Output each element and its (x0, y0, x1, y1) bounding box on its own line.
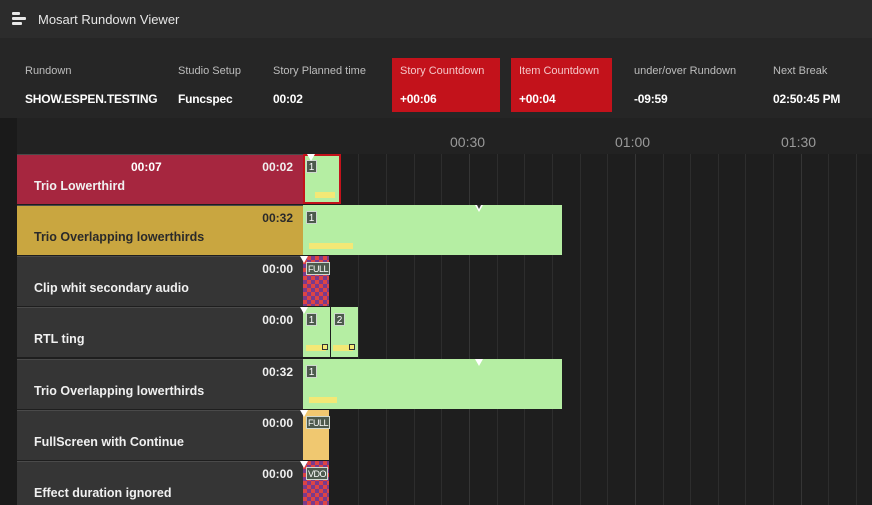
info-value: Funcspec (178, 92, 233, 106)
rundown-list: 00:07 00:02 Trio Lowerthird 1 00:32 Trio… (17, 154, 872, 505)
on-air-frame (303, 154, 341, 204)
info-rundown: Rundown SHOW.ESPEN.TESTING (17, 58, 158, 112)
playhead-marker-icon (307, 154, 315, 161)
info-label: Studio Setup (178, 65, 241, 77)
timeline-item[interactable]: 1 (303, 307, 330, 357)
item-badge: FULL (306, 262, 331, 275)
item-badge: 1 (306, 313, 317, 326)
info-under-over-rundown: under/over Rundown -09:59 (626, 58, 756, 112)
timeline-item[interactable]: 1 (303, 205, 562, 255)
info-value: -09:59 (634, 92, 668, 106)
story-name: Trio Overlapping lowerthirds (34, 230, 205, 244)
info-value: 02:50:45 PM (773, 92, 841, 106)
info-label: Item Countdown (519, 65, 600, 77)
timeline-item[interactable]: 1 (303, 359, 562, 409)
item-end-marker-icon (475, 205, 483, 212)
info-value: SHOW.ESPEN.TESTING (25, 92, 158, 106)
rundown-list-icon (12, 11, 26, 27)
item-badge: 1 (306, 365, 317, 378)
story-row[interactable]: 00:00 FullScreen with Continue FULL (17, 410, 872, 460)
tick-label: 00:30 (450, 134, 486, 150)
story-card[interactable]: 00:00 Effect duration ignored (17, 461, 303, 505)
timeline-header: 00:30 01:00 01:30 (17, 118, 872, 154)
story-duration: 00:00 (262, 467, 293, 481)
story-row[interactable]: 00:32 Trio Overlapping lowerthirds 1 (17, 205, 872, 255)
playhead-marker-icon (300, 256, 308, 263)
story-name: Effect duration ignored (34, 486, 172, 500)
info-label: Rundown (25, 65, 72, 77)
info-studio-setup: Studio Setup Funcspec (170, 58, 260, 112)
timeline-item[interactable]: FULL (303, 256, 331, 306)
info-next-break: Next Break 02:50:45 PM (765, 58, 865, 112)
item-end-marker-icon (475, 359, 483, 366)
item-badge: FULL (306, 416, 331, 429)
tick-label: 01:30 (781, 134, 817, 150)
playhead-marker-icon (300, 461, 308, 468)
info-value: +00:06 (400, 92, 437, 106)
info-story-planned-time: Story Planned time 00:02 (265, 58, 385, 112)
story-card[interactable]: 00:07 00:02 Trio Lowerthird (17, 154, 303, 204)
info-label: Next Break (773, 65, 828, 77)
story-name: Trio Overlapping lowerthirds (34, 384, 205, 398)
info-item-countdown: Item Countdown +00:04 (511, 58, 612, 112)
story-name: RTL ting (34, 332, 85, 346)
story-duration: 00:02 (262, 160, 293, 174)
item-badge: 1 (306, 211, 317, 224)
info-label: under/over Rundown (634, 65, 737, 77)
title-bar: Mosart Rundown Viewer (0, 0, 872, 38)
playhead-marker-icon (300, 307, 308, 314)
playhead-marker-icon (300, 410, 308, 417)
story-card[interactable]: 00:00 FullScreen with Continue (17, 410, 303, 460)
info-value: +00:04 (519, 92, 556, 106)
story-card[interactable]: 00:32 Trio Overlapping lowerthirds (17, 359, 303, 409)
story-row[interactable]: 00:00 Clip whit secondary audio FULL (17, 256, 872, 306)
app-title: Mosart Rundown Viewer (38, 11, 180, 27)
story-name: FullScreen with Continue (34, 435, 185, 449)
info-story-countdown: Story Countdown +00:06 (392, 58, 500, 112)
info-label: Story Planned time (273, 65, 366, 77)
timeline-item[interactable]: 2 (331, 307, 358, 357)
info-label: Story Countdown (400, 65, 485, 77)
story-elapsed: 00:07 (131, 160, 162, 174)
timeline-item[interactable]: FULL (303, 410, 331, 460)
story-name: Trio Lowerthird (34, 179, 125, 193)
story-card[interactable]: 00:00 Clip whit secondary audio (17, 256, 303, 306)
story-row[interactable]: 00:00 Effect duration ignored VDO (17, 461, 872, 505)
story-card[interactable]: 00:00 RTL ting (17, 307, 303, 357)
story-card[interactable]: 00:32 Trio Overlapping lowerthirds (17, 205, 303, 255)
story-name: Clip whit secondary audio (34, 281, 189, 295)
story-row[interactable]: 00:00 RTL ting 1 2 (17, 307, 872, 357)
item-badge: 2 (334, 313, 345, 326)
story-duration: 00:32 (262, 211, 293, 225)
story-duration: 00:32 (262, 365, 293, 379)
story-duration: 00:00 (262, 262, 293, 276)
story-row[interactable]: 00:32 Trio Overlapping lowerthirds 1 (17, 359, 872, 409)
story-duration: 00:00 (262, 416, 293, 430)
tick-label: 01:00 (615, 134, 651, 150)
story-row[interactable]: 00:07 00:02 Trio Lowerthird 1 (17, 154, 872, 204)
info-bar: Rundown SHOW.ESPEN.TESTING Studio Setup … (0, 38, 872, 118)
info-value: 00:02 (273, 92, 303, 106)
item-badge: VDO (306, 467, 329, 480)
story-duration: 00:00 (262, 313, 293, 327)
